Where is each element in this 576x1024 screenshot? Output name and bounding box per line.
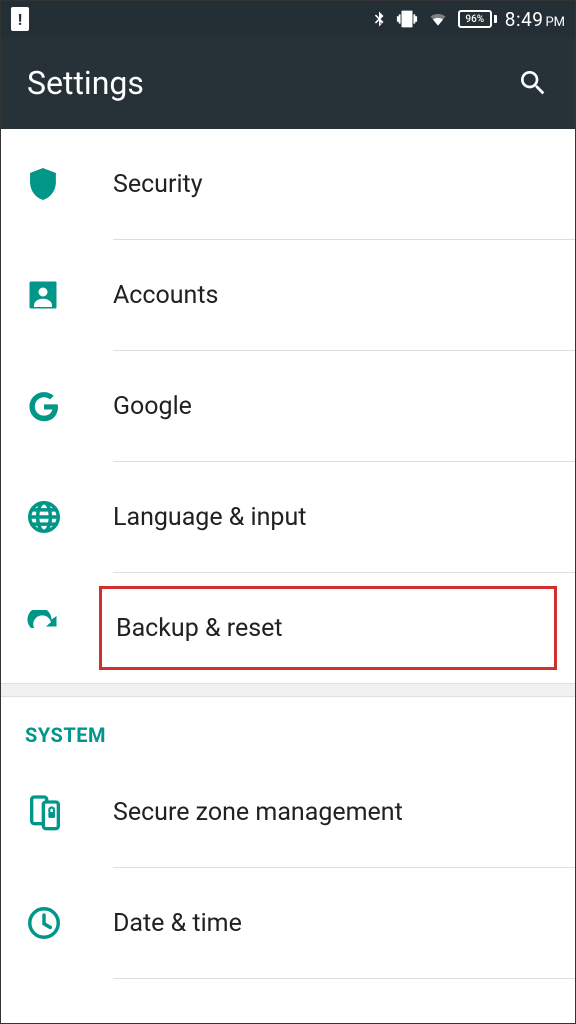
settings-item-accounts[interactable]: Accounts — [1, 240, 575, 350]
settings-item-label: Backup & reset — [99, 586, 557, 670]
settings-item-date-time[interactable]: Date & time — [1, 868, 575, 978]
settings-list: Security Accounts Google — [1, 129, 575, 683]
device-frame: ! 96% 8:49PM Settings — [0, 0, 576, 1024]
settings-item-google[interactable]: Google — [1, 351, 575, 461]
google-icon — [25, 387, 63, 425]
search-button[interactable] — [517, 67, 549, 99]
page-title: Settings — [27, 64, 144, 102]
vibrate-icon — [396, 8, 418, 30]
section-header-system: SYSTEM — [1, 697, 575, 757]
divider — [113, 978, 575, 979]
settings-item-label: Language & input — [113, 503, 575, 532]
bluetooth-icon — [370, 8, 388, 30]
settings-item-backup-reset[interactable]: Backup & reset — [1, 573, 575, 683]
wifi-icon — [426, 9, 450, 29]
sim-alert-icon: ! — [11, 7, 29, 31]
clock-icon — [25, 904, 63, 942]
section-divider — [1, 683, 575, 697]
shield-icon — [25, 166, 61, 202]
battery-indicator: 96% — [458, 10, 497, 28]
system-list: Secure zone management Date & time — [1, 757, 575, 979]
settings-item-label: Google — [113, 392, 575, 421]
settings-item-security[interactable]: Security — [1, 129, 575, 239]
battery-percent: 96% — [465, 14, 484, 25]
account-icon — [25, 277, 61, 313]
globe-icon — [25, 498, 63, 536]
settings-item-label: Secure zone management — [113, 798, 575, 827]
status-time: 8:49 — [505, 8, 544, 31]
refresh-icon — [25, 610, 61, 646]
settings-item-label: Accounts — [113, 281, 575, 310]
clock: 8:49PM — [505, 8, 565, 31]
settings-item-label: Security — [113, 170, 575, 199]
status-right: 96% 8:49PM — [370, 8, 565, 31]
status-bar: ! 96% 8:49PM — [1, 1, 575, 37]
app-bar: Settings — [1, 37, 575, 129]
status-left: ! — [11, 7, 29, 31]
search-icon — [517, 67, 549, 99]
secure-phone-icon — [25, 792, 65, 832]
settings-item-language[interactable]: Language & input — [1, 462, 575, 572]
settings-item-secure-zone[interactable]: Secure zone management — [1, 757, 575, 867]
settings-item-label: Date & time — [113, 909, 575, 938]
status-ampm: PM — [545, 15, 565, 30]
